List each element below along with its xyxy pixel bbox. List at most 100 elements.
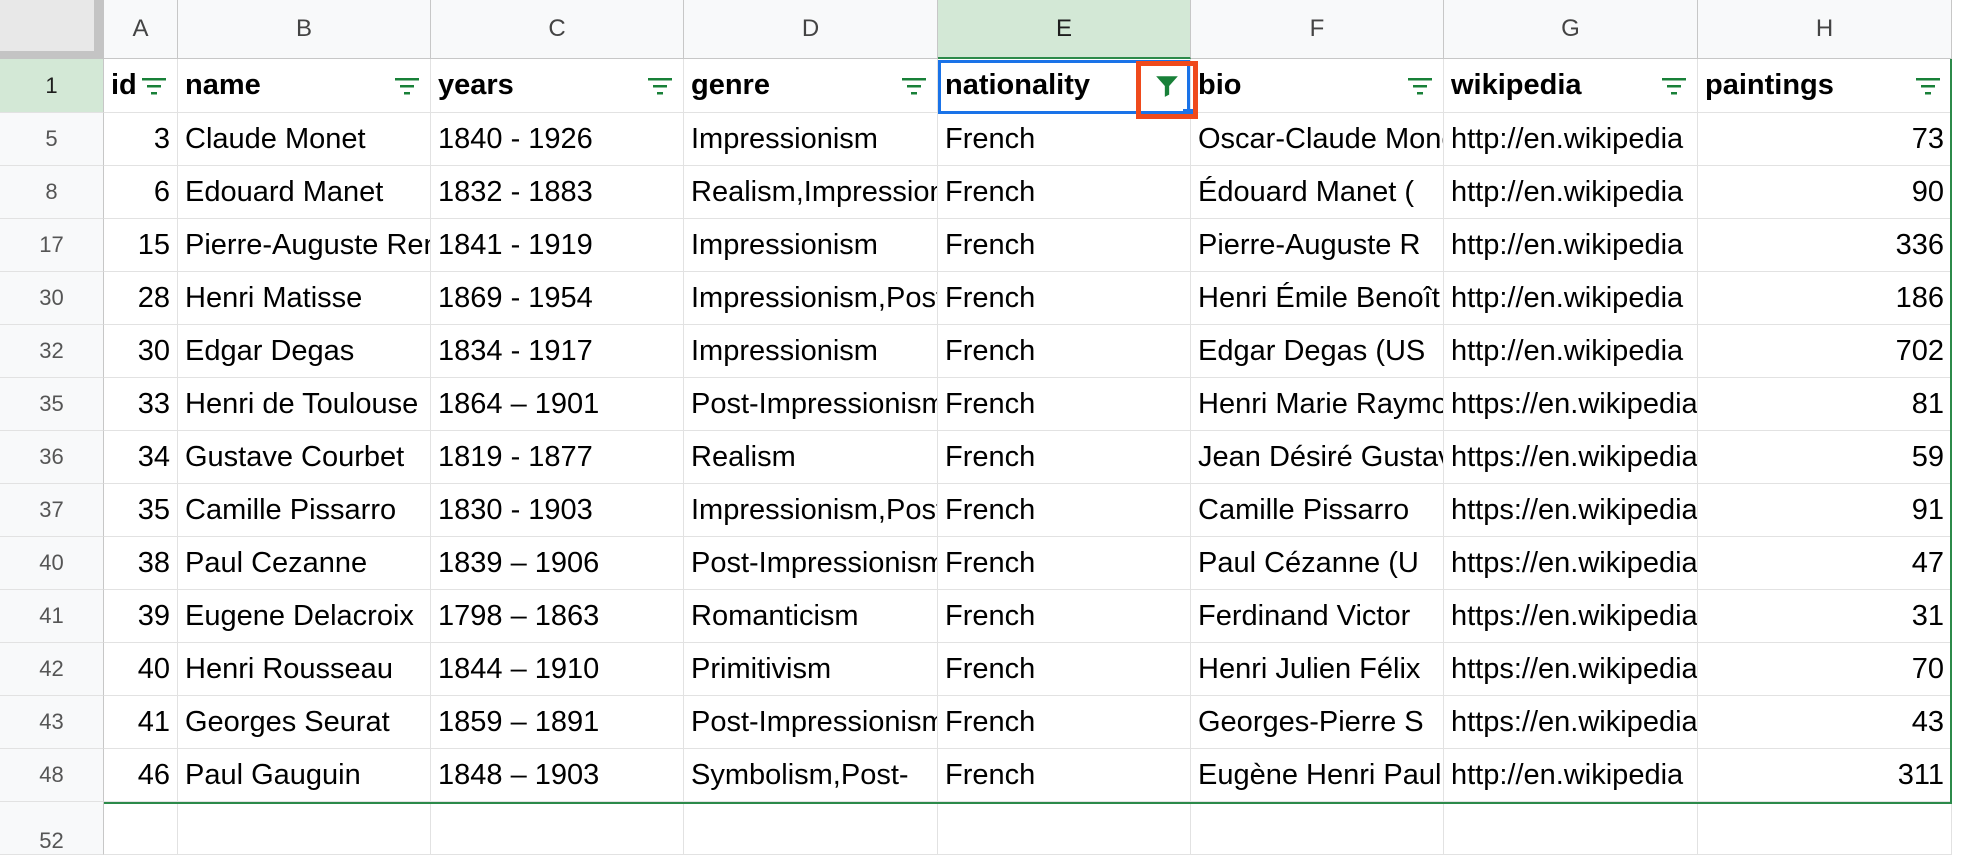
- filter-icon[interactable]: [390, 69, 424, 103]
- table-cell[interactable]: 91: [1698, 484, 1952, 537]
- select-all-corner[interactable]: [0, 0, 104, 59]
- header-cell-bio[interactable]: bio: [1191, 59, 1444, 113]
- table-cell[interactable]: 34: [104, 431, 178, 484]
- row-header-43[interactable]: 43: [0, 696, 104, 749]
- table-cell[interactable]: http://en.wikipedia: [1444, 325, 1698, 378]
- header-cell-wikipedia[interactable]: wikipedia: [1444, 59, 1698, 113]
- table-cell[interactable]: 43: [1698, 696, 1952, 749]
- table-cell[interactable]: 1848 – 1903: [431, 749, 684, 802]
- table-cell[interactable]: Paul Cézanne (U: [1191, 537, 1444, 590]
- table-cell[interactable]: 73: [1698, 113, 1952, 166]
- funnel-filled-icon[interactable]: [1150, 68, 1184, 103]
- table-cell[interactable]: French: [938, 696, 1191, 749]
- empty-cell[interactable]: [1698, 802, 1952, 855]
- table-cell[interactable]: 1834 - 1917: [431, 325, 684, 378]
- table-cell[interactable]: 15: [104, 219, 178, 272]
- row-header-42[interactable]: 42: [0, 643, 104, 696]
- table-cell[interactable]: 1798 – 1863: [431, 590, 684, 643]
- table-cell[interactable]: 30: [104, 325, 178, 378]
- table-cell[interactable]: Realism: [684, 431, 938, 484]
- table-cell[interactable]: http://en.wikipedia: [1444, 166, 1698, 219]
- table-cell[interactable]: Edouard Manet: [178, 166, 431, 219]
- row-header-48[interactable]: 48: [0, 749, 104, 802]
- table-cell[interactable]: Realism,Impressionism: [684, 166, 938, 219]
- table-cell[interactable]: Pierre-Auguste R: [1191, 219, 1444, 272]
- table-cell[interactable]: 702: [1698, 325, 1952, 378]
- table-cell[interactable]: Camille Pissarro: [178, 484, 431, 537]
- row-header-5[interactable]: 5: [0, 113, 104, 166]
- table-cell[interactable]: French: [938, 272, 1191, 325]
- empty-cell[interactable]: [1191, 802, 1444, 855]
- table-cell[interactable]: https://en.wikipedia: [1444, 537, 1698, 590]
- table-cell[interactable]: Oscar-Claude Monet: [1191, 113, 1444, 166]
- table-cell[interactable]: Camille Pissarro: [1191, 484, 1444, 537]
- table-cell[interactable]: 47: [1698, 537, 1952, 590]
- table-cell[interactable]: 90: [1698, 166, 1952, 219]
- table-cell[interactable]: Henri Marie Raymond: [1191, 378, 1444, 431]
- table-cell[interactable]: French: [938, 484, 1191, 537]
- table-cell[interactable]: 28: [104, 272, 178, 325]
- row-header-35[interactable]: 35: [0, 378, 104, 431]
- table-cell[interactable]: 1844 – 1910: [431, 643, 684, 696]
- column-header-e[interactable]: E: [938, 0, 1191, 59]
- table-cell[interactable]: Post-Impressionism: [684, 378, 938, 431]
- table-cell[interactable]: French: [938, 166, 1191, 219]
- table-cell[interactable]: 38: [104, 537, 178, 590]
- row-header-30[interactable]: 30: [0, 272, 104, 325]
- table-cell[interactable]: http://en.wikipedia: [1444, 749, 1698, 802]
- table-cell[interactable]: Romanticism: [684, 590, 938, 643]
- row-header-36[interactable]: 36: [0, 431, 104, 484]
- table-cell[interactable]: Henri Rousseau: [178, 643, 431, 696]
- table-cell[interactable]: 39: [104, 590, 178, 643]
- frozen-row-bar[interactable]: [0, 51, 104, 59]
- table-cell[interactable]: 1864 – 1901: [431, 378, 684, 431]
- table-cell[interactable]: 1840 - 1926: [431, 113, 684, 166]
- table-cell[interactable]: Eugene Delacroix: [178, 590, 431, 643]
- header-cell-nationality[interactable]: nationality: [938, 59, 1191, 113]
- table-cell[interactable]: French: [938, 749, 1191, 802]
- empty-cell[interactable]: [178, 802, 431, 855]
- row-header-8[interactable]: 8: [0, 166, 104, 219]
- table-cell[interactable]: Edgar Degas: [178, 325, 431, 378]
- column-header-d[interactable]: D: [684, 0, 938, 59]
- row-header-37[interactable]: 37: [0, 484, 104, 537]
- table-cell[interactable]: Impressionism: [684, 325, 938, 378]
- table-cell[interactable]: 46: [104, 749, 178, 802]
- row-header-40[interactable]: 40: [0, 537, 104, 590]
- filter-icon[interactable]: [1657, 69, 1691, 103]
- table-cell[interactable]: https://en.wikipedia: [1444, 590, 1698, 643]
- filter-icon[interactable]: [1403, 69, 1437, 103]
- table-cell[interactable]: Gustave Courbet: [178, 431, 431, 484]
- table-cell[interactable]: Henri de Toulouse: [178, 378, 431, 431]
- table-cell[interactable]: Impressionism,Post: [684, 484, 938, 537]
- table-cell[interactable]: French: [938, 113, 1191, 166]
- table-cell[interactable]: http://en.wikipedia: [1444, 113, 1698, 166]
- table-cell[interactable]: 41: [104, 696, 178, 749]
- table-cell[interactable]: French: [938, 219, 1191, 272]
- table-cell[interactable]: Pierre-Auguste Renoir: [178, 219, 431, 272]
- table-cell[interactable]: French: [938, 590, 1191, 643]
- table-cell[interactable]: Henri Émile Benoît: [1191, 272, 1444, 325]
- table-cell[interactable]: https://en.wikipedia: [1444, 431, 1698, 484]
- table-cell[interactable]: http://en.wikipedia: [1444, 272, 1698, 325]
- table-cell[interactable]: 40: [104, 643, 178, 696]
- table-cell[interactable]: Ferdinand Victor: [1191, 590, 1444, 643]
- filter-icon[interactable]: [1911, 69, 1945, 103]
- table-cell[interactable]: Eugène Henri Paul: [1191, 749, 1444, 802]
- table-cell[interactable]: Jean Désiré Gustave: [1191, 431, 1444, 484]
- table-cell[interactable]: https://en.wikipedia: [1444, 696, 1698, 749]
- header-cell-id[interactable]: id: [104, 59, 178, 113]
- header-cell-years[interactable]: years: [431, 59, 684, 113]
- table-cell[interactable]: 33: [104, 378, 178, 431]
- row-header-41[interactable]: 41: [0, 590, 104, 643]
- table-cell[interactable]: 336: [1698, 219, 1952, 272]
- column-header-h[interactable]: H: [1698, 0, 1952, 59]
- column-header-c[interactable]: C: [431, 0, 684, 59]
- table-cell[interactable]: Georges Seurat: [178, 696, 431, 749]
- table-cell[interactable]: 1830 - 1903: [431, 484, 684, 537]
- empty-cell[interactable]: [684, 802, 938, 855]
- column-header-b[interactable]: B: [178, 0, 431, 59]
- table-cell[interactable]: https://en.wikipedia: [1444, 378, 1698, 431]
- table-cell[interactable]: Paul Cezanne: [178, 537, 431, 590]
- table-cell[interactable]: Georges-Pierre S: [1191, 696, 1444, 749]
